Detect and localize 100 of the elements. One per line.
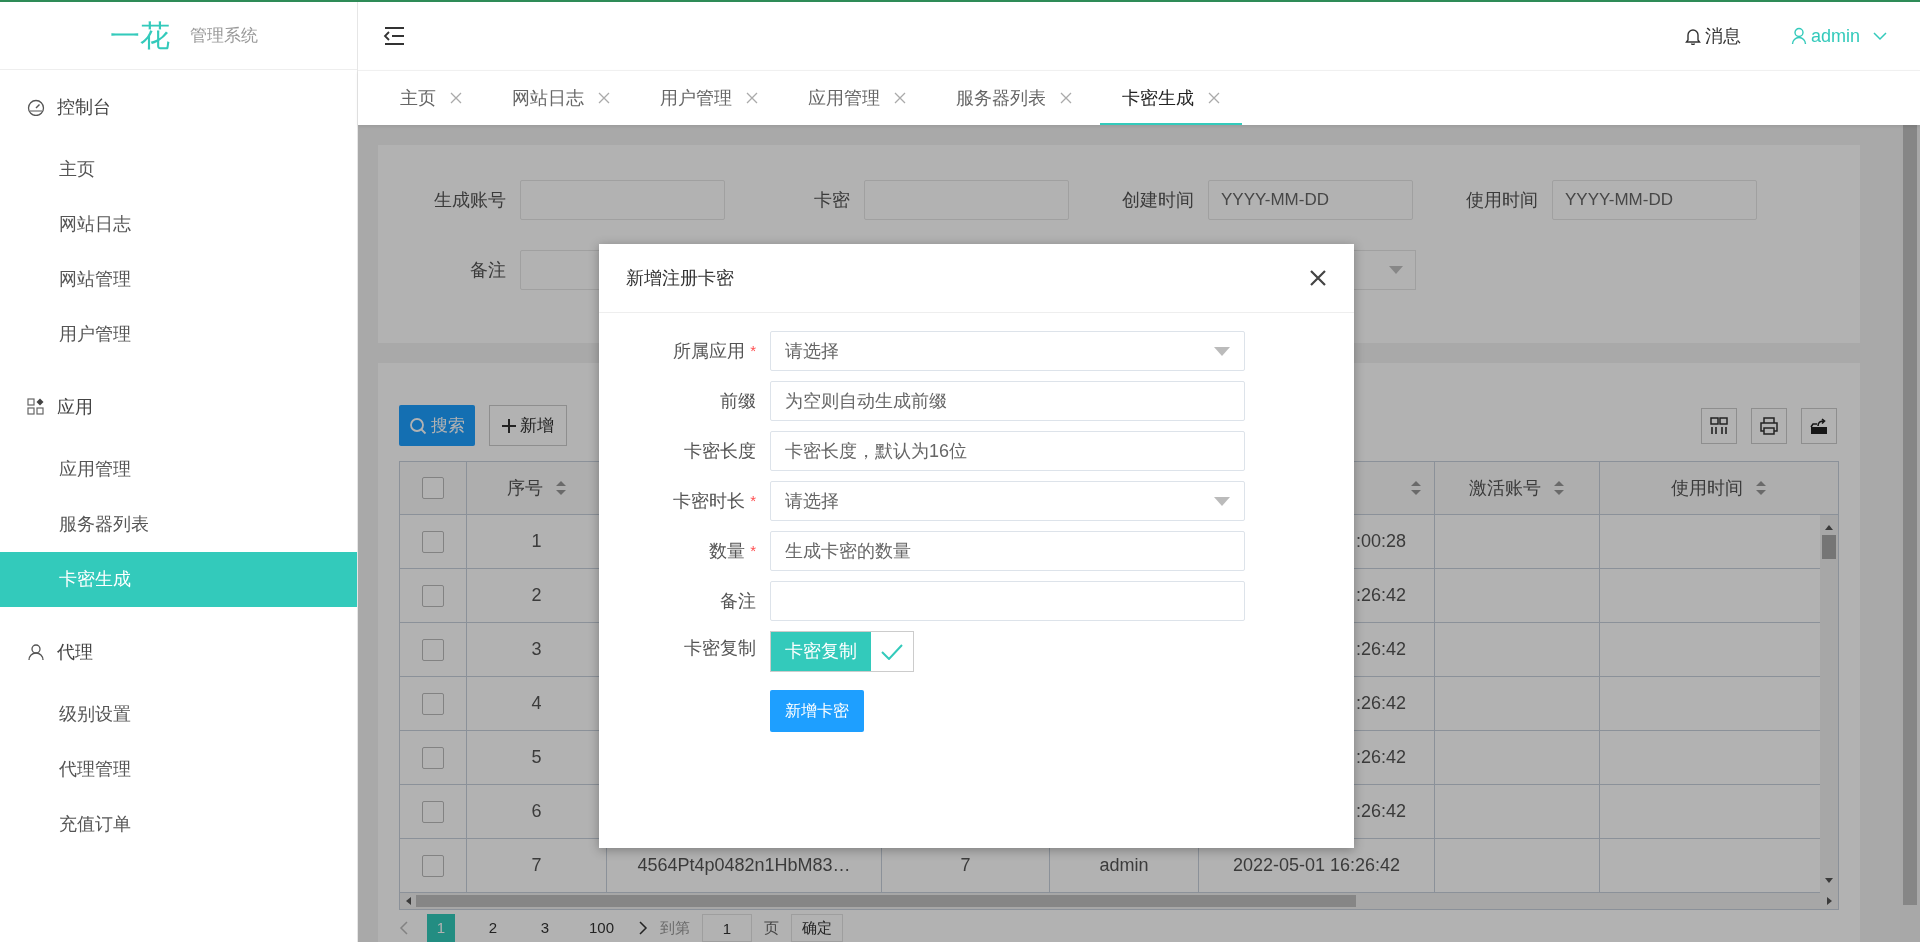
- add-button[interactable]: 新增: [489, 405, 567, 446]
- field-label: 卡密时长: [673, 489, 746, 513]
- export-button[interactable]: [1801, 407, 1837, 444]
- chevron-down-icon: [1872, 31, 1888, 41]
- page-button[interactable]: 100: [583, 914, 621, 942]
- row-checkbox[interactable]: [422, 530, 444, 553]
- notice-link[interactable]: 消息: [1684, 22, 1741, 50]
- field-label: 使用时间: [1465, 188, 1539, 212]
- menu-group[interactable]: 应用: [0, 372, 357, 442]
- table-cell-text: 2: [531, 584, 542, 607]
- sort-icon[interactable]: [1755, 480, 1767, 496]
- dropdown-icon: [1214, 346, 1230, 356]
- table-cell-text: 2022-05-01 16:26:42: [1232, 854, 1401, 877]
- close-icon[interactable]: [1309, 269, 1327, 287]
- table-cell-text: 7: [531, 854, 542, 877]
- sort-icon[interactable]: [554, 480, 567, 496]
- field-label: 卡密复制: [684, 637, 756, 660]
- text-field[interactable]: YYYY-MM-DD: [1208, 180, 1413, 220]
- text-field[interactable]: 卡密长度，默认为16位: [770, 431, 1245, 471]
- row-checkbox[interactable]: [422, 584, 444, 607]
- menu-item[interactable]: 级别设置: [0, 687, 357, 742]
- prev-icon[interactable]: [399, 921, 409, 935]
- dropdown-icon: [1389, 266, 1403, 274]
- table-cell-text: :26:42: [1355, 746, 1406, 769]
- table-cell-text: 6: [531, 800, 542, 823]
- dropdown-icon: [1214, 496, 1230, 506]
- scroll-left-icon[interactable]: [404, 896, 412, 906]
- sort-icon[interactable]: [1410, 480, 1422, 496]
- table-cell-text: 5: [531, 746, 542, 769]
- brand-subtitle: 管理系统: [189, 24, 258, 47]
- scroll-down-icon[interactable]: [1824, 877, 1834, 885]
- table-cell-text: :26:42: [1355, 584, 1406, 607]
- columns-icon: [1710, 416, 1728, 435]
- menu-item[interactable]: 代理管理: [0, 742, 357, 797]
- tab[interactable]: 用户管理: [638, 73, 780, 125]
- menu-item[interactable]: 充值订单: [0, 797, 357, 852]
- menu-group[interactable]: 控制台: [0, 72, 357, 142]
- menu-item[interactable]: 服务器列表: [0, 497, 357, 552]
- field-label: 卡密: [813, 188, 851, 212]
- menu-fold-icon[interactable]: [382, 26, 406, 46]
- menu-group[interactable]: 代理: [0, 617, 357, 687]
- tab[interactable]: 应用管理: [786, 73, 928, 125]
- select-field[interactable]: 请选择: [770, 481, 1245, 521]
- menu-item[interactable]: 应用管理: [0, 442, 357, 497]
- goto-label: 到第: [660, 917, 691, 938]
- scrollbar-thumb[interactable]: [1903, 125, 1917, 905]
- column-header: 使用时间: [1671, 476, 1743, 500]
- column-header: 激活账号: [1469, 476, 1541, 500]
- table-cell-text: :26:42: [1355, 692, 1406, 715]
- plus-icon: [502, 418, 516, 433]
- menu-item[interactable]: 主页: [0, 142, 357, 197]
- scroll-right-icon[interactable]: [1826, 896, 1834, 906]
- scrollbar-thumb[interactable]: [1822, 535, 1836, 559]
- bell-icon: [1684, 27, 1701, 45]
- required-mark: *: [750, 340, 756, 361]
- menu-item[interactable]: 用户管理: [0, 307, 357, 362]
- print-button[interactable]: [1751, 407, 1787, 444]
- dialog-title: 新增注册卡密: [626, 266, 734, 290]
- page-button[interactable]: 3: [531, 914, 559, 942]
- table-cell-text: :26:42: [1355, 638, 1406, 661]
- required-mark: *: [750, 540, 756, 561]
- menu-item[interactable]: 网站管理: [0, 252, 357, 307]
- row-checkbox[interactable]: [422, 800, 444, 823]
- sort-icon[interactable]: [1553, 480, 1565, 496]
- columns-button[interactable]: [1701, 407, 1737, 444]
- field-label: 创建时间: [1121, 188, 1195, 212]
- select-all-checkbox[interactable]: [422, 477, 444, 499]
- field-label: 数量: [709, 539, 746, 563]
- row-checkbox[interactable]: [422, 746, 444, 769]
- vertical-scrollbar[interactable]: [1820, 515, 1838, 893]
- table-cell-text: 1: [531, 530, 542, 553]
- field-label: 前缀: [720, 389, 756, 413]
- menu-item[interactable]: 网站日志: [0, 197, 357, 252]
- tab[interactable]: 服务器列表: [934, 73, 1094, 125]
- table-cell-text: 3: [531, 638, 542, 661]
- row-checkbox[interactable]: [422, 854, 444, 877]
- text-field[interactable]: YYYY-MM-DD: [1552, 180, 1757, 220]
- next-icon[interactable]: [638, 921, 649, 935]
- printer-icon: [1759, 416, 1779, 435]
- table-cell-text: :00:28: [1355, 530, 1406, 553]
- field-label: 所属应用: [673, 339, 746, 363]
- text-field[interactable]: 为空则自动生成前缀: [770, 381, 1245, 421]
- table-cell-text: :26:42: [1355, 800, 1406, 823]
- horizontal-scrollbar[interactable]: [400, 893, 1838, 909]
- text-field[interactable]: 生成卡密的数量: [770, 531, 1245, 571]
- scroll-up-icon[interactable]: [1824, 523, 1834, 531]
- tab[interactable]: 主页: [378, 73, 484, 125]
- confirm-button[interactable]: 确定: [791, 914, 844, 942]
- required-mark: *: [750, 490, 756, 511]
- table-cell-text: 7: [960, 854, 971, 877]
- table-cell-text: 4564Pt4p0482n1HbM83…: [637, 854, 851, 877]
- page-input[interactable]: 1: [702, 914, 753, 942]
- table-cell-text: admin: [1099, 854, 1149, 877]
- select-field[interactable]: 请选择: [770, 331, 1245, 371]
- text-field[interactable]: [770, 581, 1245, 621]
- apps-icon: [27, 398, 45, 416]
- tab[interactable]: 网站日志: [490, 73, 632, 125]
- row-checkbox[interactable]: [422, 692, 444, 715]
- page-button[interactable]: 2: [479, 914, 507, 942]
- row-checkbox[interactable]: [422, 638, 444, 661]
